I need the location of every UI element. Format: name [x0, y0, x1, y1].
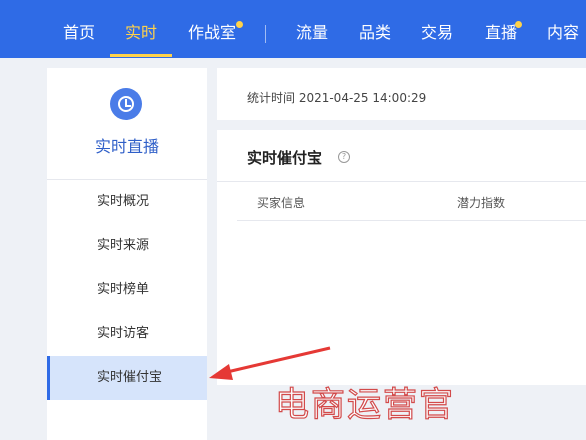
- stats-time-bar: 统计时间 2021-04-25 14:00:29: [217, 68, 586, 120]
- sidebar-item-ranking[interactable]: 实时榜单: [47, 268, 207, 312]
- nav-item-war-room[interactable]: 作战室: [188, 0, 236, 58]
- sidebar-item-visitors[interactable]: 实时访客: [47, 312, 207, 356]
- notification-dot: [515, 21, 522, 28]
- panel-title: 实时催付宝: [247, 149, 323, 167]
- sidebar-item-payment-reminder[interactable]: 实时催付宝: [47, 356, 207, 400]
- nav-active-underline: [110, 54, 172, 57]
- sidebar-item-overview[interactable]: 实时概况: [47, 180, 207, 224]
- sidebar-title: 实时直播: [94, 137, 159, 156]
- sidebar: 实时直播 实时概况 实时来源 实时榜单 实时访客 实时催付宝: [47, 68, 207, 440]
- notification-dot: [236, 21, 243, 28]
- clock-icon: [110, 88, 142, 120]
- table-header: 买家信息 潜力指数: [237, 182, 586, 221]
- watermark: 电商运营官: [274, 384, 455, 425]
- nav-divider: [265, 25, 266, 43]
- nav-item-traffic[interactable]: 流量: [296, 0, 328, 58]
- stats-time-label: 统计时间 2021-04-25 14:00:29: [247, 91, 427, 105]
- help-icon[interactable]: ?: [338, 151, 350, 163]
- sidebar-item-source[interactable]: 实时来源: [47, 224, 207, 268]
- nav-item-category[interactable]: 品类: [359, 0, 391, 58]
- column-buyer-info[interactable]: 买家信息: [257, 194, 305, 211]
- nav-item-content[interactable]: 内容: [547, 0, 579, 58]
- nav-item-home[interactable]: 首页: [63, 0, 95, 58]
- nav-item-live[interactable]: 直播: [485, 0, 517, 58]
- top-nav: 首页 实时 作战室 流量 品类 交易 直播 内容: [0, 0, 586, 58]
- nav-item-trade[interactable]: 交易: [421, 0, 453, 58]
- nav-item-realtime[interactable]: 实时: [125, 0, 157, 58]
- column-potential-index[interactable]: 潜力指数: [457, 194, 505, 211]
